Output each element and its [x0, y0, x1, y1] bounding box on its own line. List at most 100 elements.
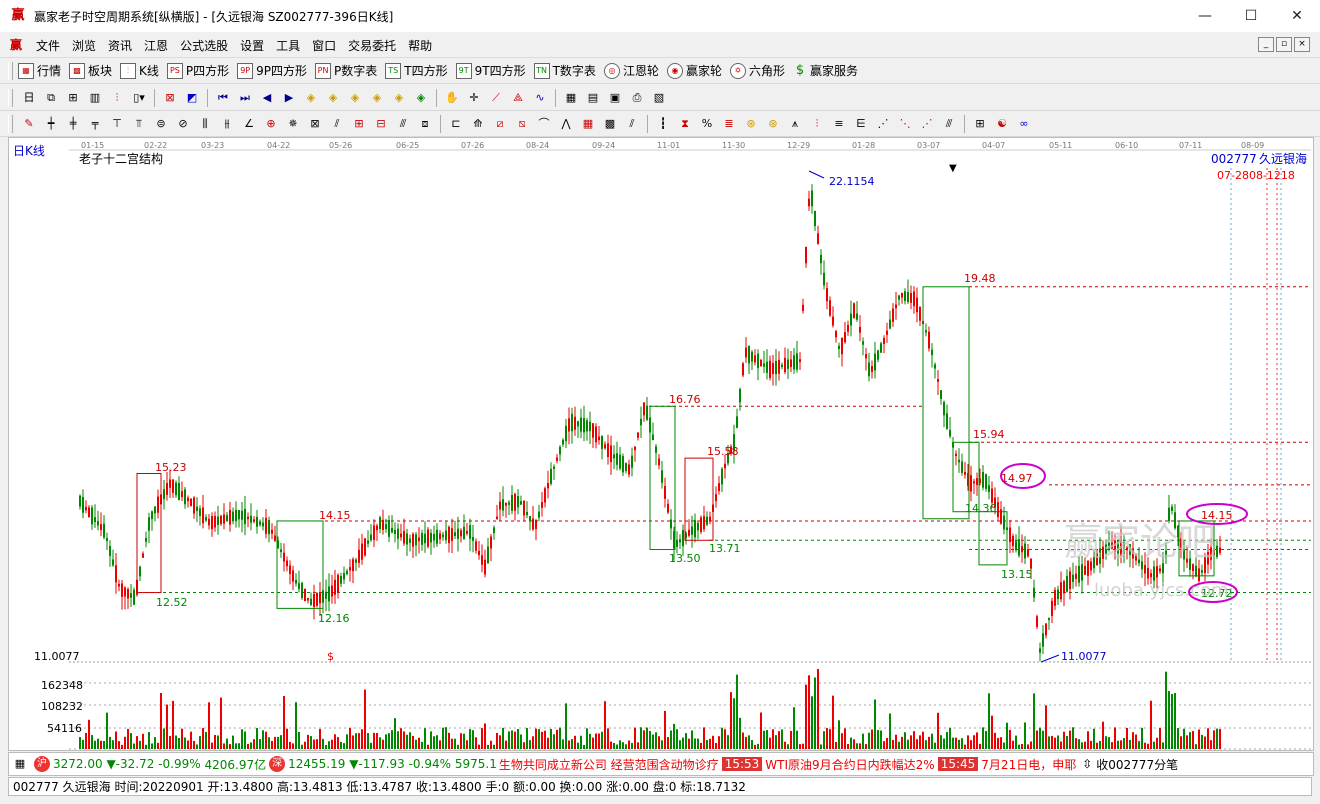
menu-trade[interactable]: 交易委托: [342, 37, 402, 54]
ticker-right-label[interactable]: 收002777分笔: [1096, 756, 1178, 773]
diamond-1-icon[interactable]: ◈: [303, 90, 319, 106]
menu-help[interactable]: 帮助: [402, 37, 438, 54]
toolbar-quotes-button[interactable]: ▦ 行情: [18, 62, 61, 79]
angle-tool-icon[interactable]: ∠: [241, 116, 257, 132]
pitchfork-icon[interactable]: ⩚: [787, 116, 803, 132]
menu-gann[interactable]: 江恩: [138, 37, 174, 54]
toolbar-p-square-button[interactable]: PS P四方形: [166, 62, 229, 79]
toolbar-9p-square-button[interactable]: 9P 9P四方形: [237, 62, 307, 79]
percent-icon[interactable]: %: [699, 116, 715, 132]
kline-chart[interactable]: 01-15 02-22 03-23 04-22 05-26 06-25 07-26 08-24…: [8, 137, 1314, 751]
vline-tool-icon[interactable]: ⫼: [197, 116, 213, 132]
news-item-1[interactable]: 生物共同成立新公司 经营范围含动物诊疗: [499, 756, 719, 773]
gann-box-icon[interactable]: ⊞: [351, 116, 367, 132]
fib-tool-icon[interactable]: ⊤: [109, 116, 125, 132]
kline-tool-icon[interactable]: ⫶: [109, 90, 125, 106]
indicator-icon[interactable]: ⊞: [65, 90, 81, 106]
parallel-lines-icon[interactable]: ⫽: [624, 116, 640, 132]
fan-lines-icon[interactable]: ⟰: [470, 116, 486, 132]
toolbar-t-table-button[interactable]: TN T数字表: [533, 62, 596, 79]
mdi-close-button[interactable]: ×: [1294, 37, 1310, 52]
toolbar-hexagon-button[interactable]: ✡ 六角形: [729, 62, 785, 79]
toolbar-t-square-button[interactable]: TS T四方形: [385, 62, 448, 79]
toolbar-service-button[interactable]: $ 赢家服务: [793, 62, 858, 79]
arc-tool-icon[interactable]: ⌒: [536, 116, 552, 132]
fib-fan-icon[interactable]: ⫪: [131, 116, 147, 132]
mdi-restore-button[interactable]: ▫: [1276, 37, 1292, 52]
menu-window[interactable]: 窗口: [306, 37, 342, 54]
gann-square-icon[interactable]: ⧄: [492, 116, 508, 132]
toolbar-kline-button[interactable]: ⫶ K线: [120, 62, 159, 79]
menu-browse[interactable]: 浏览: [66, 37, 102, 54]
square-grid-icon[interactable]: ▩: [602, 116, 618, 132]
zoom-icon[interactable]: ◩: [184, 90, 200, 106]
menu-file[interactable]: 文件: [30, 37, 66, 54]
grid-view-icon[interactable]: ⊞: [972, 116, 988, 132]
sort-icon[interactable]: ⇳: [1082, 757, 1092, 771]
ratio-lines-icon[interactable]: ≣: [721, 116, 737, 132]
coin-icon[interactable]: ⊛: [743, 116, 759, 132]
print-icon[interactable]: ⎙: [629, 90, 645, 106]
minimize-button[interactable]: —: [1182, 0, 1228, 32]
save-icon[interactable]: ▣: [607, 90, 623, 106]
speed-resist-icon[interactable]: ⫶: [809, 116, 825, 132]
toolbar-sector-button[interactable]: ▩ 板块: [69, 62, 112, 79]
toolbar-gann-wheel-button[interactable]: ◎ 江恩轮: [603, 62, 659, 79]
cycle-tool-icon[interactable]: ⊜: [153, 116, 169, 132]
gann-square2-icon[interactable]: ⧅: [514, 116, 530, 132]
close-button[interactable]: ✕: [1274, 0, 1320, 32]
diamond-3-icon[interactable]: ◈: [347, 90, 363, 106]
red-lines-icon[interactable]: ⋱: [897, 116, 913, 132]
rect-tool-icon[interactable]: ⊏: [448, 116, 464, 132]
news-item-3[interactable]: 7月21日电，申耶: [981, 756, 1076, 773]
grid-tool-icon[interactable]: ⊠: [307, 116, 323, 132]
layout-dropdown-icon[interactable]: 日▾: [21, 90, 37, 120]
target-tool-icon[interactable]: ⊕: [263, 116, 279, 132]
candle-dropdown-icon[interactable]: ▯▾: [131, 90, 147, 106]
coin2-icon[interactable]: ⊛: [765, 116, 781, 132]
squares-tool-icon[interactable]: ⧈: [417, 116, 433, 132]
channel-tool-icon[interactable]: ⫽: [329, 116, 345, 132]
export-icon[interactable]: ▧: [651, 90, 667, 106]
toolbar-winner-wheel-button[interactable]: ◉ 赢家轮: [666, 62, 722, 79]
diamond-6-icon[interactable]: ◈: [413, 90, 429, 106]
next-icon[interactable]: ▶: [281, 90, 297, 106]
menu-info[interactable]: 资讯: [102, 37, 138, 54]
parallel2-icon[interactable]: ⫻: [941, 116, 957, 132]
cross-cursor-icon[interactable]: ⊠: [162, 90, 178, 106]
square9-icon[interactable]: ▦: [580, 116, 596, 132]
bars-tool-icon[interactable]: ⫻: [395, 116, 411, 132]
line-tool-icon[interactable]: ⟋: [488, 90, 504, 106]
gann-grid-icon[interactable]: ⊟: [373, 116, 389, 132]
hand-icon[interactable]: ✋: [444, 90, 460, 106]
table-icon[interactable]: ▤: [585, 90, 601, 106]
infinity-icon[interactable]: ∞: [1016, 116, 1032, 132]
app-menu-icon[interactable]: 赢: [10, 37, 26, 53]
last-icon[interactable]: ⏭: [237, 90, 253, 106]
red-fan-icon[interactable]: ⋰: [919, 116, 935, 132]
circle-tool-icon[interactable]: ⊘: [175, 116, 191, 132]
sun-tool-icon[interactable]: ✵: [285, 116, 301, 132]
menu-settings[interactable]: 设置: [234, 37, 270, 54]
first-icon[interactable]: ⏮: [215, 90, 231, 106]
menu-tools[interactable]: 工具: [270, 37, 306, 54]
prev-icon[interactable]: ◀: [259, 90, 275, 106]
percent-fan-icon[interactable]: ⧗: [677, 116, 693, 132]
maximize-button[interactable]: ☐: [1228, 0, 1274, 32]
period-icon[interactable]: ⧉: [43, 90, 59, 106]
tri-lines-icon[interactable]: ⋿: [853, 116, 869, 132]
diamond-2-icon[interactable]: ◈: [325, 90, 341, 106]
diamond-5-icon[interactable]: ◈: [391, 90, 407, 106]
bar-chart-icon[interactable]: ▥: [87, 90, 103, 106]
wave-tool-icon[interactable]: ∿: [532, 90, 548, 106]
pen-tool-icon[interactable]: ✎: [21, 116, 37, 132]
calendar-icon[interactable]: ▦: [563, 90, 579, 106]
toolbar-p-table-button[interactable]: PN P数字表: [315, 62, 377, 79]
toolbar-9t-square-button[interactable]: 9T 9T四方形: [455, 62, 526, 79]
mdi-minimize-button[interactable]: _: [1258, 37, 1274, 52]
news-item-2[interactable]: WTI原油9月合约日内跌幅达2%: [765, 756, 934, 773]
menu-formula[interactable]: 公式选股: [174, 37, 234, 54]
level-tool-icon[interactable]: ╤: [87, 116, 103, 132]
hline-tool-icon[interactable]: ┿: [43, 116, 59, 132]
multi-vline-icon[interactable]: ⫵: [219, 116, 235, 132]
